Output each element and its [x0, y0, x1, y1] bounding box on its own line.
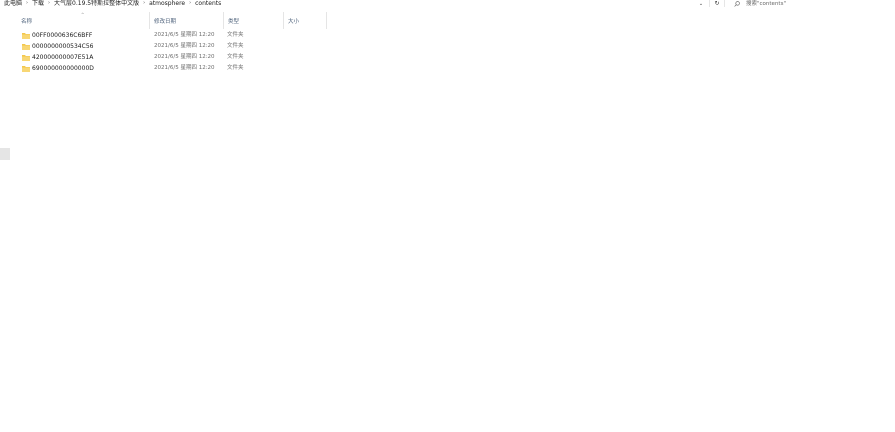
breadcrumb-atmosphere[interactable]: atmosphere — [149, 0, 185, 7]
search-box[interactable] — [731, 0, 895, 7]
folder-icon — [22, 55, 30, 61]
file-row[interactable]: 690000000000000D 2021/6/5 星期四 12:20 文件夹 — [20, 63, 320, 74]
file-type: 文件夹 — [227, 54, 244, 60]
file-row[interactable]: 0000000000534C56 2021/6/5 星期四 12:20 文件夹 — [20, 41, 320, 52]
search-icon — [734, 0, 740, 7]
column-header-name[interactable]: 名称 — [17, 12, 150, 29]
file-name: 0000000000534C56 — [32, 43, 94, 50]
file-type: 文件夹 — [227, 32, 244, 38]
column-header-row: 名称 修改日期 类型 大小 — [0, 12, 330, 29]
chevron-right-icon[interactable]: › — [189, 0, 191, 7]
column-header-type[interactable]: 类型 — [224, 12, 284, 29]
file-type: 文件夹 — [227, 43, 244, 49]
breadcrumb-downloads[interactable]: 下载 — [32, 0, 44, 7]
refresh-icon[interactable]: ↻ — [709, 0, 725, 7]
file-name: 00FF0000636C6BFF — [32, 32, 93, 39]
chevron-right-icon[interactable]: › — [48, 0, 50, 7]
column-header-date-modified[interactable]: 修改日期 — [150, 12, 224, 29]
file-name: 690000000000000D — [32, 65, 94, 72]
file-date-modified: 2021/6/5 星期四 12:20 — [154, 54, 215, 60]
file-date-modified: 2021/6/5 星期四 12:20 — [154, 43, 215, 49]
breadcrumb: 此电脑 › 下载 › 大气层0.19.5特斯拉整体中文版 › atmospher… — [4, 0, 221, 7]
chevron-down-icon[interactable]: ⌄ — [697, 0, 705, 7]
file-row[interactable]: 00FF0000636C6BFF 2021/6/5 星期四 12:20 文件夹 — [20, 30, 320, 41]
chevron-right-icon[interactable]: › — [143, 0, 145, 7]
file-row[interactable]: 420000000007E51A 2021/6/5 星期四 12:20 文件夹 — [20, 52, 320, 63]
address-bar[interactable]: 此电脑 › 下载 › 大气层0.19.5特斯拉整体中文版 › atmospher… — [0, 0, 895, 9]
file-type: 文件夹 — [227, 65, 244, 71]
file-date-modified: 2021/6/5 星期四 12:20 — [154, 32, 215, 38]
breadcrumb-atmosphere-package[interactable]: 大气层0.19.5特斯拉整体中文版 — [54, 0, 139, 7]
breadcrumb-contents[interactable]: contents — [195, 0, 221, 7]
chevron-right-icon[interactable]: › — [26, 0, 28, 7]
column-header-size[interactable]: 大小 — [284, 12, 327, 29]
file-name: 420000000007E51A — [32, 54, 94, 61]
nav-pane-resize-handle[interactable] — [0, 148, 10, 160]
folder-icon — [22, 66, 30, 72]
file-date-modified: 2021/6/5 星期四 12:20 — [154, 65, 215, 71]
search-input[interactable] — [746, 0, 866, 7]
breadcrumb-this-pc[interactable]: 此电脑 — [4, 0, 22, 7]
folder-icon — [22, 33, 30, 39]
folder-icon — [22, 44, 30, 50]
